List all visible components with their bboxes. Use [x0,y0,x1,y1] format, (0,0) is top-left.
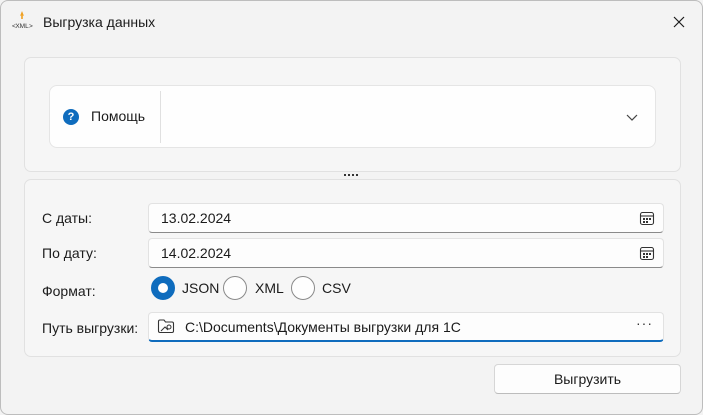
format-option-xml[interactable]: XML [255,280,284,296]
format-radio-csv[interactable] [291,276,315,300]
help-label: Помощь [91,108,146,124]
path-label: Путь выгрузки: [42,320,139,336]
svg-text:<: < [12,23,16,30]
calendar-icon[interactable] [639,245,655,261]
date-to-label: По дату: [42,245,97,261]
format-radio-xml[interactable] [223,276,247,300]
chevron-down-icon[interactable] [625,113,639,123]
help-expander[interactable]: ? Помощь [49,85,656,148]
xml-app-icon: XML < > [12,11,33,30]
folder-icon [157,319,175,334]
format-label: Формат: [42,283,96,299]
title-bar: XML < > Выгрузка данных [1,1,702,45]
svg-text:>: > [29,23,33,30]
app-icon-text: XML [15,23,29,30]
help-panel: ? Помощь [24,57,681,172]
calendar-icon[interactable] [639,210,655,226]
help-divider [160,91,161,143]
date-to-value: 14.02.2024 [161,245,232,261]
format-option-json[interactable]: JSON [182,280,219,296]
export-button[interactable]: Выгрузить [494,364,681,394]
export-path-value: C:\Documents\Документы выгрузки для 1С [185,319,461,335]
help-icon: ? [63,109,79,125]
format-radio-json[interactable] [151,276,175,300]
format-option-csv[interactable]: CSV [322,280,351,296]
date-from-value: 13.02.2024 [161,210,232,226]
export-path-input[interactable]: C:\Documents\Документы выгрузки для 1С ·… [148,312,664,342]
date-from-label: С даты: [42,210,93,226]
form-panel: С даты: 13.02.2024 По дату: 14.02.2024 Ф… [24,179,681,357]
date-to-picker[interactable]: 14.02.2024 [148,238,664,268]
close-icon [673,16,685,28]
close-button[interactable] [656,1,702,43]
date-from-picker[interactable]: 13.02.2024 [148,203,664,233]
window-title: Выгрузка данных [43,14,156,30]
export-dialog: XML < > Выгрузка данных ? Помощь С даты:… [0,0,703,415]
more-icon[interactable]: ··· [636,315,653,331]
splitter-grip[interactable] [344,174,362,177]
